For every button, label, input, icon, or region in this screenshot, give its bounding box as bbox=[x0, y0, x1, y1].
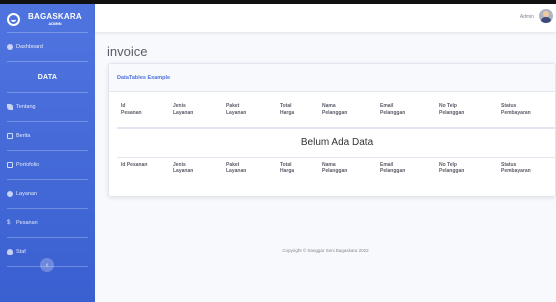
col-footer-paket-layanan: Paket Layanan bbox=[226, 161, 247, 175]
table-footer-row: Id Pesanan Jenis Layanan Paket Layanan Tot… bbox=[117, 157, 555, 186]
col-header-id-pesanan[interactable]: Id Pesanan bbox=[117, 99, 169, 128]
card-header: DataTables Example bbox=[109, 64, 555, 92]
brand-text: BAGASKARA ADMIN bbox=[28, 11, 82, 26]
sidebar-item-layanan[interactable]: Layanan bbox=[0, 180, 95, 208]
sidebar-toggle-button[interactable]: ‹ bbox=[40, 258, 54, 272]
page-title: invoice bbox=[107, 44, 148, 59]
sidebar: BAGASKARA ADMIN Dashboard DATA Tentang B… bbox=[0, 0, 95, 302]
brand-name: BAGASKARA bbox=[28, 11, 82, 21]
news-icon bbox=[7, 133, 13, 139]
table-empty-row: Belum Ada Data bbox=[117, 128, 555, 157]
col-header-no-telp-pelanggan[interactable]: No Telp Pelanggan bbox=[435, 99, 497, 128]
col-footer-total-harga: Total Harga bbox=[280, 161, 295, 175]
col-footer-no-telp-pelanggan: No Telp Pelanggan bbox=[439, 161, 465, 175]
card-title: DataTables Example bbox=[117, 74, 171, 81]
smile-logo-icon bbox=[7, 12, 20, 26]
folder-icon bbox=[7, 162, 13, 168]
col-footer-id-pesanan: Id Pesanan bbox=[121, 161, 148, 168]
sidebar-item-berita[interactable]: Berita bbox=[0, 122, 95, 150]
sidebar-item-label: Tentang bbox=[16, 104, 36, 110]
sidebar-item-label: Layanan bbox=[16, 191, 38, 197]
sidebar-item-label: Portofolio bbox=[16, 162, 40, 168]
service-icon bbox=[7, 191, 13, 197]
sidebar-item-tentang[interactable]: Tentang bbox=[0, 93, 95, 121]
col-header-status-pembayaran[interactable]: Status Pembayaran bbox=[497, 99, 555, 128]
table-header-row: Id Pesanan Jenis Layanan Paket Layanan Tota… bbox=[117, 99, 555, 128]
sidebar-item-label: Berita bbox=[16, 133, 31, 139]
dollar-icon: $ bbox=[7, 220, 11, 226]
col-footer-email-pelanggan: Email Pelanggan bbox=[380, 161, 406, 175]
col-header-nama-pelanggan[interactable]: Nama Pelanggan bbox=[318, 99, 376, 128]
leaf-icon bbox=[7, 104, 13, 110]
empty-table-message: Belum Ada Data bbox=[300, 137, 374, 149]
sidebar-item-portofolio[interactable]: Portofolio bbox=[0, 151, 95, 179]
col-header-total-harga[interactable]: Total Harga bbox=[276, 99, 318, 128]
sidebar-brand[interactable]: BAGASKARA ADMIN bbox=[0, 0, 95, 32]
topbar: Admin bbox=[95, 4, 556, 32]
sidebar-item-label: Staf bbox=[16, 249, 26, 255]
col-header-email-pelanggan[interactable]: Email Pelanggan bbox=[376, 99, 435, 128]
user-icon bbox=[7, 249, 13, 255]
datatable-card: DataTables Example Id Pesanan Jenis Layana… bbox=[108, 63, 556, 197]
avatar[interactable] bbox=[539, 9, 553, 23]
top-border bbox=[0, 0, 556, 4]
dashboard-icon bbox=[7, 44, 13, 50]
user-name[interactable]: Admin bbox=[520, 14, 534, 20]
page-footer: Copyright © Sanggar Seni Bagaskara 2022 bbox=[282, 248, 369, 253]
sidebar-heading-data: DATA bbox=[37, 73, 58, 81]
col-footer-nama-pelanggan: Nama Pelanggan bbox=[322, 161, 348, 175]
sidebar-item-label: Dashboard bbox=[16, 44, 43, 50]
col-header-paket-layanan[interactable]: Paket Layanan bbox=[222, 99, 276, 128]
sidebar-item-dashboard[interactable]: Dashboard bbox=[0, 33, 95, 61]
col-footer-status-pembayaran: Status Pembayaran bbox=[501, 161, 531, 175]
col-footer-jenis-layanan: Jenis Layanan bbox=[173, 161, 194, 175]
sidebar-item-label: Pesanan bbox=[16, 220, 38, 226]
sidebar-item-pesanan[interactable]: $ Pesanan bbox=[0, 209, 95, 237]
brand-sub: ADMIN bbox=[48, 20, 62, 26]
col-header-jenis-layanan[interactable]: Jenis Layanan bbox=[169, 99, 222, 128]
invoice-table: Id Pesanan Jenis Layanan Paket Layanan Tota… bbox=[117, 99, 555, 186]
